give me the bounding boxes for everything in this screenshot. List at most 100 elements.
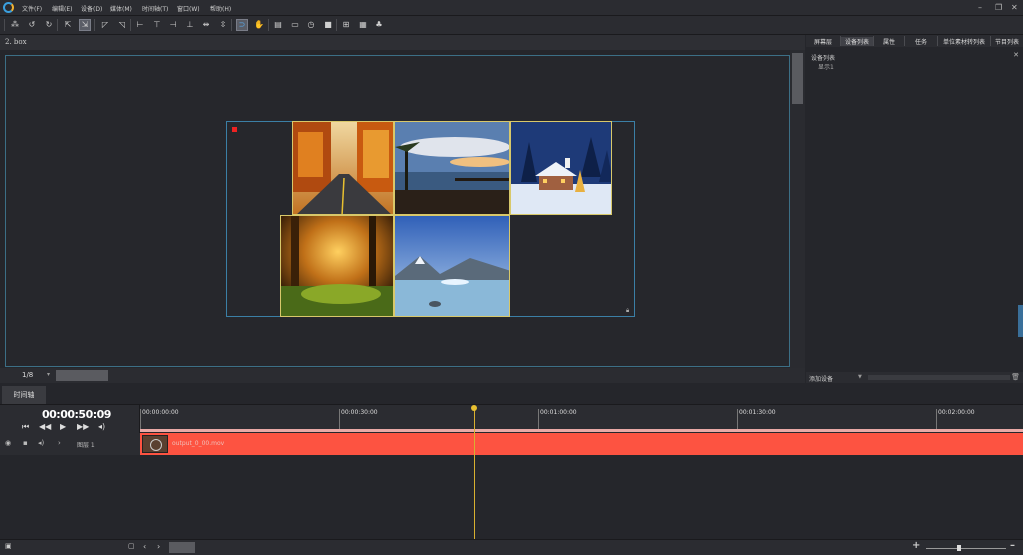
play-icon[interactable]: ▶ xyxy=(60,422,66,431)
document-tab-bar: 2. box xyxy=(0,35,805,50)
menu-bar: 文件(F) 编辑(E) 设备(D) 媒体(M) 时间轴(T) 窗口(W) 帮助(… xyxy=(0,0,1023,16)
align-tl-icon[interactable]: ◸ xyxy=(100,20,110,30)
playhead-line[interactable] xyxy=(474,407,475,540)
ruler-label: 00:01:00:00 xyxy=(540,409,577,416)
menu-file[interactable]: 文件(F) xyxy=(22,4,42,13)
restore-button[interactable]: ❐ xyxy=(995,3,1002,12)
rewind-icon[interactable]: ◀◀ xyxy=(39,422,51,431)
page-dropdown-icon[interactable]: ▾ xyxy=(47,371,50,378)
monitor-icon[interactable]: ▭ xyxy=(290,20,300,30)
side-panel-handle[interactable] xyxy=(1018,305,1023,337)
canvas-footer: 1/8 ▾ xyxy=(0,368,805,383)
ruler-label: 00:02:00:00 xyxy=(938,409,975,416)
align-left-icon[interactable]: ⊢ xyxy=(135,20,145,30)
slide-icon[interactable]: ▤ xyxy=(273,20,283,30)
timeline-panel: 00:00:50:09 ⏮ ◀◀ ▶ ▶▶ ◂) 00:00:00:00 00:… xyxy=(0,404,1023,538)
layer-controls: ◉ ▪ ◂) › 图层 1 xyxy=(0,433,140,455)
expand-icon[interactable]: › xyxy=(58,439,61,447)
group-icon[interactable]: ♣ xyxy=(374,20,384,30)
skip-start-icon[interactable]: ⏮ xyxy=(22,422,29,432)
scroll-right-icon[interactable]: › xyxy=(157,542,160,551)
menu-help[interactable]: 帮助(H) xyxy=(210,4,231,13)
minimize-button[interactable]: – xyxy=(978,3,982,12)
photo-lake-pier-sunset[interactable] xyxy=(394,121,510,215)
menu-timeline[interactable]: 时间轴(T) xyxy=(142,4,168,13)
grid-tool-icon[interactable]: ⁂ xyxy=(10,20,20,30)
lock-icon[interactable]: 🔒︎ xyxy=(626,307,629,315)
add-device-dropdown-icon[interactable]: ▼ xyxy=(858,374,862,380)
align-top-icon[interactable]: ⊤ xyxy=(152,20,162,30)
tab-material-list[interactable]: 单位素材转列表 xyxy=(938,37,990,46)
panel-close-button[interactable]: ✕ xyxy=(1013,51,1019,59)
page-icon[interactable]: ▢ xyxy=(128,542,135,550)
scroll-left-icon[interactable]: ‹ xyxy=(143,542,146,551)
timecode-display: 00:00:50:09 xyxy=(42,408,111,421)
menu-edit[interactable]: 编辑(E) xyxy=(52,4,72,13)
tab-properties[interactable]: 属性 xyxy=(874,37,904,46)
align-right-icon[interactable]: ⊣ xyxy=(168,20,178,30)
tab-program-list[interactable]: 节目列表 xyxy=(991,37,1023,46)
select-tool-icon[interactable]: ⇱ xyxy=(63,20,73,30)
menu-media[interactable]: 媒体(M) xyxy=(110,4,132,13)
toolbar: ⁂ ↺ ↻ ⇱ ⇲ ◸ ◹ ⊢ ⊤ ⊣ ⊥ ⇹ ⇳ ⊃ ✋ ▤ ▭ ◷ ■ ⊞ … xyxy=(0,16,1023,35)
center-h-icon[interactable]: ⇹ xyxy=(201,20,211,30)
eye-icon[interactable]: ◉ xyxy=(5,439,11,447)
center-v-icon[interactable]: ⇳ xyxy=(218,20,228,30)
grid-icon[interactable]: ⊞ xyxy=(341,20,351,30)
rotate-left-icon[interactable]: ↺ xyxy=(27,20,37,30)
right-panel-footer: 添加设备 ▼ 🗑︎ xyxy=(806,372,1023,383)
right-panel-scrollbar[interactable] xyxy=(868,375,1010,380)
fast-forward-icon[interactable]: ▶▶ xyxy=(77,422,89,431)
photo-autumn-road[interactable] xyxy=(292,121,394,215)
rotate-right-icon[interactable]: ↻ xyxy=(44,20,54,30)
timeline-scroll-thumb[interactable] xyxy=(169,542,195,553)
zoom-out-icon[interactable]: – xyxy=(1010,540,1015,551)
loop-icon[interactable]: ⊃ xyxy=(236,19,248,31)
ruler-label: 00:00:00:00 xyxy=(142,409,179,416)
device-list-title: 设备列表 xyxy=(811,55,836,62)
menu-window[interactable]: 窗口(W) xyxy=(177,4,200,13)
clip-name: output_0_00.mov xyxy=(172,440,225,447)
menu-device[interactable]: 设备(D) xyxy=(81,4,102,13)
tab-device-list[interactable]: 设备列表 xyxy=(841,37,873,46)
layout-icon[interactable]: ▦ xyxy=(358,20,368,30)
layer-label[interactable]: 图层 1 xyxy=(77,440,95,449)
zoom-slider[interactable] xyxy=(926,548,1006,549)
media-clip[interactable]: output_0_00.mov xyxy=(140,433,1023,455)
align-bottom-icon[interactable]: ⊥ xyxy=(185,20,195,30)
playhead-handle[interactable] xyxy=(471,405,477,411)
status-bar: ▣ ▢ ‹ › + – xyxy=(0,539,1023,555)
tab-screen-layer[interactable]: 屏幕层 xyxy=(806,37,840,46)
layer-lock-icon[interactable]: ▪ xyxy=(23,439,28,447)
time-ruler[interactable]: 00:00:00:00 00:00:30:00 00:01:00:00 00:0… xyxy=(140,405,1023,432)
clock-icon[interactable]: ◷ xyxy=(306,20,316,30)
trash-icon[interactable]: 🗑︎ xyxy=(1011,373,1020,381)
camera-icon[interactable]: ■ xyxy=(323,20,333,30)
canvas-horizontal-scroll-thumb[interactable] xyxy=(56,370,108,381)
tab-tasks[interactable]: 任务 xyxy=(905,37,937,46)
ruler-range-strip xyxy=(140,429,1023,432)
photo-snow-cabin-night[interactable] xyxy=(510,121,612,215)
volume-icon[interactable]: ◂) xyxy=(98,422,105,431)
fit-icon[interactable]: ▣ xyxy=(5,542,12,550)
zoom-slider-knob[interactable] xyxy=(957,545,961,551)
add-device-button[interactable]: 添加设备 xyxy=(809,374,833,383)
canvas-vertical-scroll-thumb[interactable] xyxy=(792,53,803,104)
close-window-button[interactable]: ✕ xyxy=(1011,3,1018,12)
photo-glacier-lake[interactable] xyxy=(394,215,510,317)
hand-tool-icon[interactable]: ✋ xyxy=(254,20,264,30)
photo-sunlit-forest[interactable] xyxy=(280,215,394,317)
layer-volume-icon[interactable]: ◂) xyxy=(38,439,44,447)
tab-timeline[interactable]: 时间轴 xyxy=(2,386,46,404)
right-panel-tabs: 屏幕层 设备列表 属性 任务 单位素材转列表 节目列表 xyxy=(806,35,1023,47)
device-item-display[interactable]: 显示1 xyxy=(818,62,834,71)
zoom-in-icon[interactable]: + xyxy=(912,540,920,551)
ruler-label: 00:00:30:00 xyxy=(341,409,378,416)
move-tool-icon[interactable]: ⇲ xyxy=(79,19,91,31)
timeline-tab-row: 时间轴 xyxy=(0,384,1023,404)
document-title[interactable]: 2. box xyxy=(5,38,27,46)
play-circle-icon xyxy=(150,439,162,451)
clip-thumbnail xyxy=(142,435,168,453)
page-indicator[interactable]: 1/8 xyxy=(22,371,33,379)
align-tr-icon[interactable]: ◹ xyxy=(117,20,127,30)
